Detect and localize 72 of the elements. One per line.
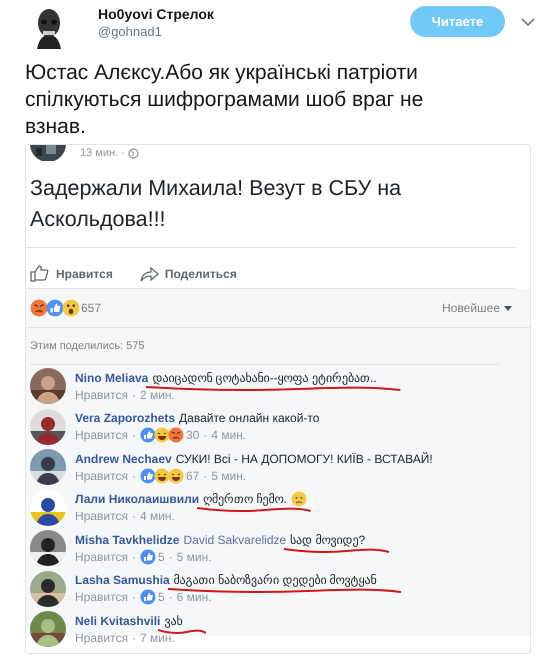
comment-text: სად მოვიდე? bbox=[290, 532, 366, 548]
like-link[interactable]: Нравится bbox=[75, 386, 128, 403]
comment-time[interactable]: 2 мин. bbox=[140, 386, 175, 403]
mention-link[interactable]: David Sakvarelidze bbox=[183, 532, 286, 548]
reaction-count[interactable]: 30 bbox=[186, 427, 200, 444]
globe-icon bbox=[128, 148, 139, 158]
commenter-name[interactable]: Misha Tavkhelidze bbox=[75, 532, 180, 548]
like-reaction-icon bbox=[140, 548, 156, 565]
post-time: 13 мин. · bbox=[80, 147, 125, 159]
separator-dot: · bbox=[132, 386, 136, 403]
thumbs-up-icon bbox=[30, 264, 50, 283]
separator-dot: · bbox=[203, 468, 208, 484]
caret-icon bbox=[504, 306, 512, 310]
reaction-count[interactable]: 67 bbox=[186, 468, 200, 484]
like-link[interactable]: Нравится bbox=[75, 508, 128, 524]
commenter-name[interactable]: Lasha Samushia bbox=[75, 572, 170, 588]
separator-dot: · bbox=[168, 548, 173, 565]
author-name[interactable]: Ho0yovi Стрелок bbox=[98, 6, 410, 22]
separator-dot: · bbox=[132, 427, 136, 444]
separator-dot: · bbox=[168, 589, 173, 606]
commenter-name[interactable]: Лали Николаишвили bbox=[75, 491, 200, 508]
like-reaction-icon bbox=[46, 299, 64, 317]
like-link[interactable]: Нравится bbox=[75, 630, 128, 646]
separator-dot: · bbox=[132, 468, 136, 484]
laughing-face-icon bbox=[154, 468, 170, 484]
comment-text: ღმერთო ჩემო. bbox=[203, 491, 287, 508]
commenter-name[interactable]: Nino Meliava bbox=[75, 370, 148, 386]
angry-face-icon bbox=[168, 427, 184, 444]
like-reaction-icon bbox=[140, 427, 156, 444]
share-button[interactable]: Поделиться bbox=[164, 266, 237, 280]
comment-text: დაიცადონ ცოტახანი--ყოფა ეტირებათ.. bbox=[152, 370, 377, 386]
like-reaction-icon bbox=[140, 589, 156, 606]
like-button[interactable]: Нравится bbox=[56, 266, 113, 280]
sort-dropdown[interactable]: Новейшее bbox=[442, 301, 512, 315]
laughing-face-icon bbox=[154, 427, 170, 444]
comment-text: СУКИ! Всі - НА ДОПОМОГУ! КИЇВ - ВСТАВАЙ! bbox=[176, 450, 433, 467]
comment-time[interactable]: 4 мин. bbox=[140, 508, 175, 524]
like-link[interactable]: Нравится bbox=[75, 589, 128, 606]
comment-time[interactable]: 5 мин. bbox=[176, 548, 212, 565]
reaction-count[interactable]: 657 bbox=[81, 301, 102, 315]
reaction-count[interactable]: 5 bbox=[158, 589, 165, 606]
following-button[interactable]: Читаете bbox=[410, 6, 505, 37]
reaction-count[interactable]: 5 bbox=[158, 548, 165, 565]
comment-time[interactable]: 4 мин. bbox=[211, 427, 246, 444]
like-link[interactable]: Нравится bbox=[75, 548, 128, 565]
separator-dot: · bbox=[132, 548, 136, 565]
angry-face-icon bbox=[30, 299, 48, 317]
comment-text: მაგათი ნაბოზვარი დედები მოვტყან bbox=[174, 572, 377, 588]
commenter-name[interactable]: Vera Zaporozhets bbox=[75, 410, 176, 426]
comment-time[interactable]: 5 мин. bbox=[211, 468, 246, 484]
commenter-name[interactable]: Neli Kvitashvili bbox=[75, 612, 160, 629]
commenter-name[interactable]: Andrew Nechaev bbox=[75, 450, 172, 467]
chevron-down-icon bbox=[521, 17, 535, 27]
like-link[interactable]: Нравится bbox=[75, 427, 128, 444]
post-text: Задержали Михаила! Везут в СБУ на Аскольдова!!! bbox=[26, 161, 516, 248]
author-handle[interactable]: @gohnad1 bbox=[98, 24, 410, 39]
separator-dot: · bbox=[132, 630, 136, 646]
separator-dot: · bbox=[132, 508, 136, 524]
like-link[interactable]: Нравится bbox=[75, 468, 128, 484]
comment-time[interactable]: 7 мин. bbox=[140, 630, 175, 646]
shares-count[interactable]: Этим поделились: 575 bbox=[30, 336, 500, 365]
tweet-text: Юстас Алєксу.Або як українські патріоти спілкуються шифрограмами шоб враг не взнав. bbox=[24, 60, 424, 140]
separator-dot: · bbox=[132, 589, 136, 606]
comment-text: ვახ bbox=[164, 612, 182, 629]
comment-time[interactable]: 6 мин. bbox=[176, 589, 212, 606]
surprised-face-icon bbox=[62, 299, 80, 317]
share-arrow-icon bbox=[138, 264, 159, 283]
laughing-face-icon bbox=[168, 468, 184, 484]
comment-text: Давайте онлайн какой-то bbox=[179, 410, 320, 426]
like-reaction-icon bbox=[140, 468, 156, 484]
sad-face-icon bbox=[290, 491, 307, 508]
separator-dot: · bbox=[203, 427, 208, 444]
